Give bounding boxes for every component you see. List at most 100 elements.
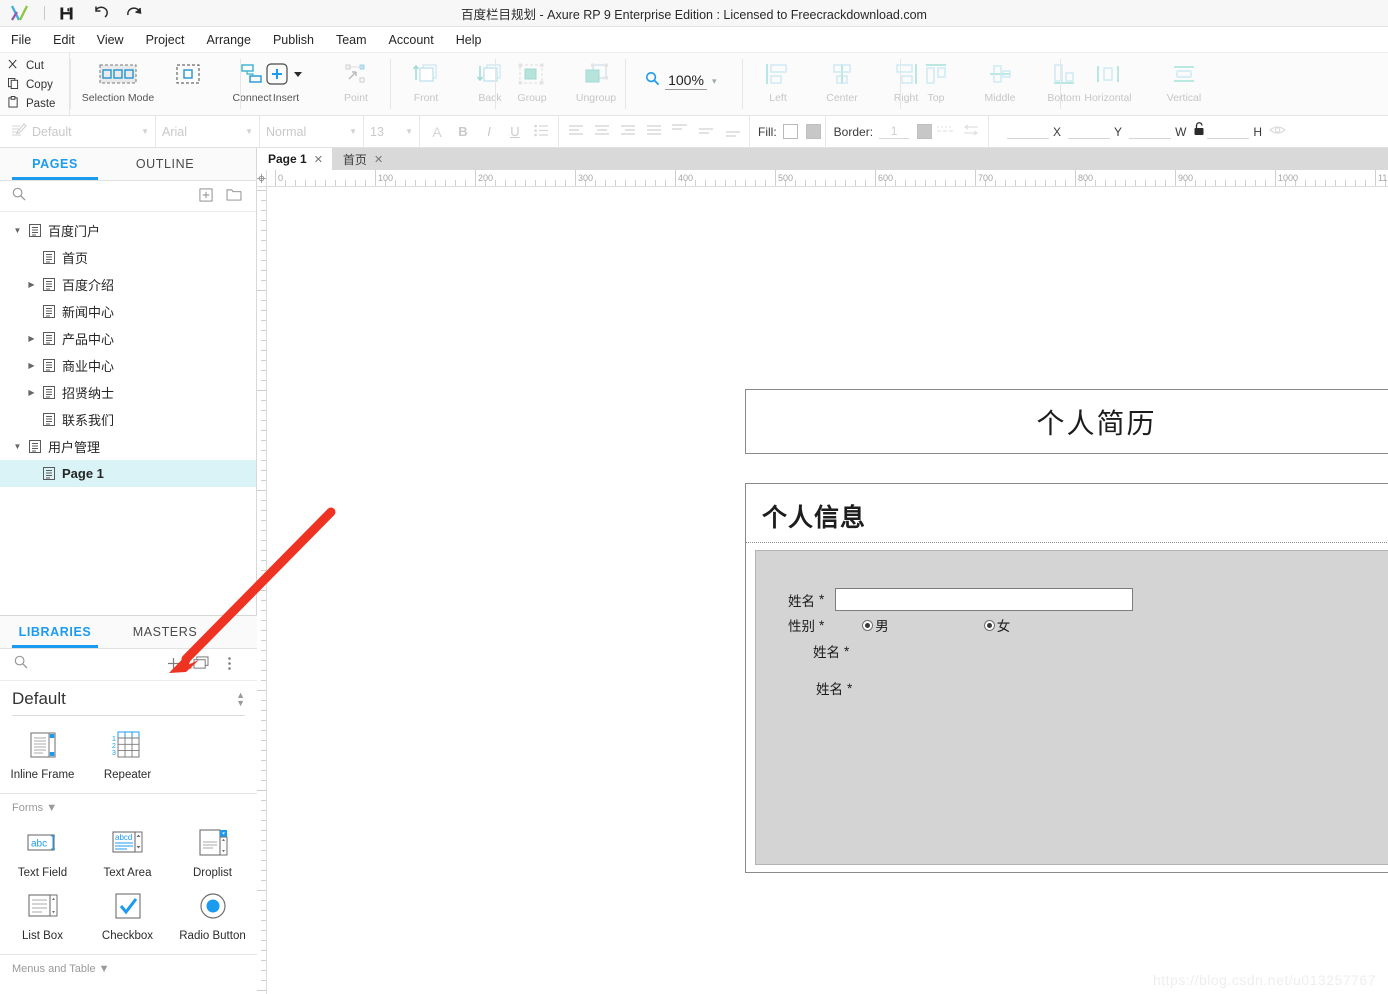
library-overflow-menu-icon[interactable] [215,656,243,674]
personal-info-form[interactable]: 姓名 * 性别 * 男 女 姓名 * 姓名 * [755,550,1388,865]
selection-mode-alt-button[interactable] [156,53,220,116]
chevron-right-icon[interactable]: ▶ [24,388,39,397]
font-select[interactable]: Arial ▼ [156,115,260,148]
group-button[interactable]: Group [500,53,564,116]
menu-publish[interactable]: Publish [262,27,325,53]
menu-account[interactable]: Account [378,27,445,53]
vertical-ruler[interactable]: 01002003004005006007008 [257,187,267,994]
widget-inline-frame[interactable]: Inline Frame [0,722,85,785]
border-color-swatch[interactable] [917,124,933,139]
align-top-button[interactable]: Top [904,53,968,116]
close-icon[interactable]: ✕ [314,153,323,166]
text-align-right-icon[interactable] [615,124,641,139]
w-input[interactable] [1129,124,1172,139]
font-color-icon[interactable]: A [424,124,450,140]
chevron-down-icon[interactable]: ▼ [10,226,25,235]
style-select[interactable]: Default ▼ [0,115,156,148]
page-tree-item[interactable]: 联系我们 [0,406,256,433]
lock-aspect-icon[interactable] [1193,122,1205,141]
align-text-bottom-icon[interactable] [719,123,745,140]
fill-color-swatch[interactable] [782,124,798,139]
name-input[interactable] [835,588,1134,611]
chevron-down-icon[interactable]: ▼ [237,127,253,136]
ungroup-button[interactable]: Ungroup [564,53,628,116]
widget-checkbox[interactable]: Checkbox [85,883,170,946]
page-tree-item[interactable]: ▶ 产品中心 [0,325,256,352]
text-align-justify-icon[interactable] [641,124,667,139]
selection-mode-button[interactable]: Selection Mode [80,53,156,116]
close-icon[interactable]: ✕ [374,153,383,166]
front-button[interactable]: Front [394,53,458,116]
paste-button[interactable]: Paste [6,94,69,113]
chevron-right-icon[interactable]: ▶ [24,361,39,370]
menu-team[interactable]: Team [325,27,378,53]
align-center-button[interactable]: Center [810,53,874,116]
align-middle-button[interactable]: Middle [968,53,1032,116]
menu-file[interactable]: File [0,27,42,53]
library-selector[interactable]: Default ▲ ▼ [12,689,245,716]
widget-text-area[interactable]: abcd Text Area [85,820,170,883]
h-input[interactable] [1207,124,1250,139]
library-section-forms-title[interactable]: Forms ▼ [0,794,257,814]
widget-repeater[interactable]: 1 2 3 Repeater [85,722,170,785]
menu-arrange[interactable]: Arrange [195,27,261,53]
zoom-value[interactable]: 100% [665,72,707,90]
menu-help[interactable]: Help [445,27,493,53]
underline-icon[interactable]: U [502,124,528,139]
chevron-right-icon[interactable]: ▶ [24,280,39,289]
add-page-icon[interactable] [196,187,216,205]
align-left-button[interactable]: Left [746,53,810,116]
library-panels-icon[interactable] [187,656,215,673]
distribute-vertical-button[interactable]: Vertical [1146,53,1222,116]
arrow-style-icon[interactable] [958,124,984,139]
page-tree-item[interactable]: 新闻中心 [0,298,256,325]
widget-list-box[interactable]: List Box [0,883,85,946]
font-weight-select[interactable]: Normal ▼ [260,115,364,148]
tab-masters[interactable]: MASTERS [110,616,220,648]
chevron-updown-icon[interactable]: ▲ ▼ [236,691,245,708]
text-align-center-icon[interactable] [589,124,615,139]
radio-female[interactable]: 女 [983,615,1010,635]
insert-button[interactable]: Insert [248,53,324,116]
zoom-control[interactable]: 100% ▾ [645,71,717,91]
chevron-down-icon[interactable]: ▼ [133,127,149,136]
page-tree-item[interactable]: ▼ 用户管理 [0,433,256,460]
widget-droplist[interactable]: Droplist [170,820,255,883]
chevron-down-icon[interactable]: ▼ [341,127,357,136]
chevron-down-icon[interactable]: ▾ [712,76,717,87]
page-tree-item[interactable]: ▶ 百度介绍 [0,271,256,298]
personal-info-panel[interactable]: 个人信息 姓名 * 性别 * 男 女 姓名 * 姓名 * [745,483,1388,873]
bold-icon[interactable]: B [450,124,476,139]
ruler-origin-button[interactable] [257,170,267,187]
y-input[interactable] [1068,124,1111,139]
tab-pages[interactable]: PAGES [0,148,110,180]
library-section-menus-title[interactable]: Menus and Table ▼ [0,955,257,975]
font-size-select[interactable]: 13 ▼ [364,115,420,148]
border-style-icon[interactable] [932,124,958,139]
save-icon[interactable] [49,0,83,27]
italic-icon[interactable]: I [476,124,502,139]
radio-male[interactable]: 男 [862,615,889,635]
page-tab-page1[interactable]: Page 1 ✕ [257,148,332,170]
align-text-middle-icon[interactable] [693,123,719,140]
add-library-icon[interactable] [159,656,187,674]
x-input[interactable] [1007,124,1050,139]
page-tree-item[interactable]: ▼ 百度门户 [0,217,256,244]
fill-gradient-swatch[interactable] [805,124,821,139]
align-text-top-icon[interactable] [667,123,693,140]
tab-outline[interactable]: OUTLINE [110,148,220,180]
menu-edit[interactable]: Edit [42,27,86,53]
menu-project[interactable]: Project [135,27,196,53]
menu-view[interactable]: View [86,27,135,53]
page-tree-item[interactable]: ▶ 商业中心 [0,352,256,379]
page-tab-shouye[interactable]: 首页 ✕ [331,148,393,170]
chevron-down-icon[interactable]: ▼ [397,127,413,136]
distribute-horizontal-button[interactable]: Horizontal [1070,53,1146,116]
redo-icon[interactable] [117,0,151,27]
search-icon[interactable] [12,187,26,206]
chevron-down-icon[interactable]: ▼ [10,442,25,451]
search-icon[interactable] [14,655,28,674]
visibility-eye-icon[interactable] [1269,123,1287,141]
text-align-left-icon[interactable] [563,124,589,139]
cut-button[interactable]: Cut [6,56,69,75]
